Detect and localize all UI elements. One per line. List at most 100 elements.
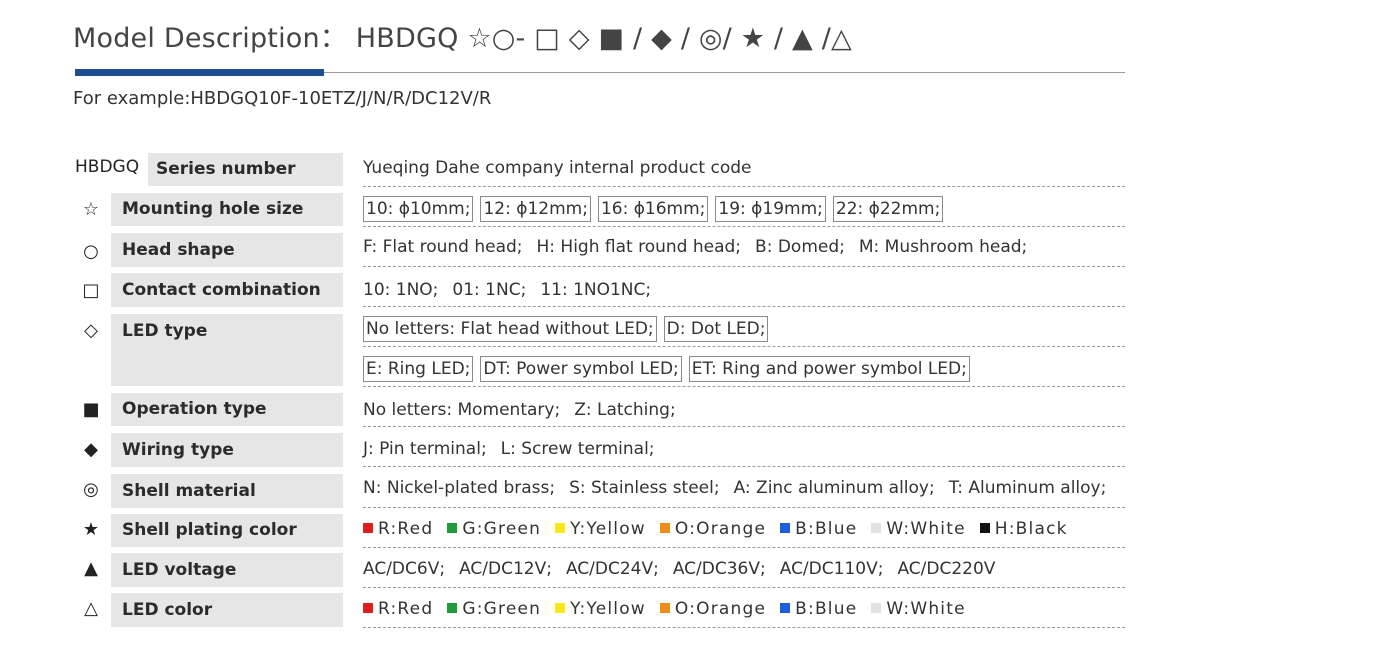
label-operation-type: Operation type xyxy=(111,393,343,426)
color-label: H:Black xyxy=(994,519,1068,539)
value-operation-type: No letters: Momentary; Z: Latching; xyxy=(363,400,1125,420)
black-square-icon: ■ xyxy=(82,399,100,420)
page-title: Model Description： HBDGQ ☆○- □ ◇ ■ / ◆ /… xyxy=(73,23,853,54)
row-divider xyxy=(363,587,1125,588)
option-box: ET: Ring and power symbol LED; xyxy=(688,356,970,382)
value-led-type-line2: E: Ring LED; DT: Power symbol LED; ET: Rin… xyxy=(363,356,1125,382)
option-box: 12: ϕ12mm; xyxy=(480,196,591,222)
color-swatch-white xyxy=(871,523,882,533)
color-option: B:Blue xyxy=(780,519,857,539)
option-text: AC/DC110V; xyxy=(779,559,884,579)
option-text: M: Mushroom head; xyxy=(858,237,1028,257)
color-swatch-blue xyxy=(780,603,791,613)
color-option: R:Red xyxy=(363,599,433,619)
color-swatch-yellow xyxy=(555,603,566,613)
black-triangle-icon: ▲ xyxy=(84,558,98,579)
color-label: B:Blue xyxy=(795,519,858,539)
color-label: O:Orange xyxy=(674,599,767,619)
option-text: J: Pin terminal; xyxy=(363,439,487,459)
white-star-icon: ☆ xyxy=(82,199,100,220)
label-mounting-hole-size: Mounting hole size xyxy=(111,193,343,226)
color-swatch-black xyxy=(979,523,990,533)
option-box: 16: ϕ16mm; xyxy=(597,196,709,222)
color-label: Y:Yellow xyxy=(570,599,646,619)
label-led-color: LED color xyxy=(111,593,343,627)
option-text: F: Flat round head; xyxy=(363,237,523,257)
color-label: B:Blue xyxy=(795,599,858,619)
color-swatch-red xyxy=(363,523,373,533)
option-text: T: Aluminum alloy; xyxy=(948,478,1107,498)
option-text: AC/DC220V xyxy=(897,559,996,579)
white-circle-icon: ○ xyxy=(83,241,99,262)
option-text: AC/DC12V; xyxy=(459,559,552,579)
label-wiring-type: Wiring type xyxy=(111,433,343,467)
color-label: W:White xyxy=(886,599,966,619)
label-series-number: Series number xyxy=(148,153,343,186)
row-divider xyxy=(363,346,1125,347)
color-swatch-green xyxy=(447,603,458,613)
color-label: R:Red xyxy=(378,599,434,619)
option-box: 10: ϕ10mm; xyxy=(363,196,474,222)
option-box: D: Dot LED; xyxy=(663,316,769,342)
color-swatch-orange xyxy=(659,603,670,613)
color-option: H:Black xyxy=(979,519,1068,539)
color-option: Y:Yellow xyxy=(555,519,646,539)
value-contact-combination: 10: 1NO; 01: 1NC; 11: 1NO1NC; xyxy=(363,280,1125,300)
option-text: Z: Latching; xyxy=(574,400,676,420)
row-divider xyxy=(363,386,1125,387)
option-text: AC/DC36V; xyxy=(672,559,766,579)
option-text: 01: 1NC; xyxy=(452,280,527,300)
black-star-icon: ★ xyxy=(82,519,100,540)
color-label: G:Green xyxy=(462,519,542,539)
option-text: AC/DC24V; xyxy=(565,559,659,579)
value-shell-plating-color: R:Red G:Green Y:Yellow O:Orange B:Blue W:Whit… xyxy=(363,519,1125,539)
title-accent-bar xyxy=(75,69,324,76)
row-divider xyxy=(363,226,1125,227)
white-triangle-icon: △ xyxy=(84,598,98,619)
option-text: N: Nickel-plated brass; xyxy=(363,478,556,498)
option-text: No letters: Momentary; xyxy=(363,400,561,420)
value-series-number: Yueqing Dahe company internal product co… xyxy=(363,158,752,178)
color-swatch-yellow xyxy=(555,523,566,533)
value-led-voltage: AC/DC6V; AC/DC12V; AC/DC24V; AC/DC36V; AC/DC… xyxy=(363,559,1125,579)
black-diamond-icon: ◆ xyxy=(84,439,98,460)
color-option: Y:Yellow xyxy=(555,599,646,619)
label-led-type: LED type xyxy=(111,314,343,386)
option-box: DT: Power symbol LED; xyxy=(480,356,682,382)
option-text: L: Screw terminal; xyxy=(500,439,655,459)
color-label: O:Orange xyxy=(674,519,767,539)
series-code: HBDGQ xyxy=(75,157,140,177)
color-swatch-orange xyxy=(659,523,670,533)
row-divider xyxy=(363,426,1125,427)
color-label: W:White xyxy=(886,519,966,539)
color-option: O:Orange xyxy=(659,519,767,539)
color-label: Y:Yellow xyxy=(570,519,646,539)
row-divider xyxy=(363,627,1125,628)
row-divider xyxy=(363,306,1125,307)
value-mounting-hole-size: 10: ϕ10mm; 12: ϕ12mm; 16: ϕ16mm; 19: ϕ19mm;… xyxy=(363,196,1125,222)
color-option: G:Green xyxy=(447,599,541,619)
option-text: 11: 1NO1NC; xyxy=(540,280,652,300)
value-led-color: R:Red G:Green Y:Yellow O:Orange B:Blue W:Whit… xyxy=(363,599,1125,619)
value-wiring-type: J: Pin terminal; L: Screw terminal; xyxy=(363,439,1125,459)
color-label: R:Red xyxy=(378,519,434,539)
option-text: B: Domed; xyxy=(755,237,845,257)
option-text: AC/DC6V; xyxy=(363,559,446,579)
color-swatch-red xyxy=(363,603,373,613)
option-box: 19: ϕ19mm; xyxy=(715,196,826,222)
label-shell-material: Shell material xyxy=(111,474,343,508)
color-option: B:Blue xyxy=(780,599,857,619)
option-text: H: High flat round head; xyxy=(536,237,742,257)
label-shell-plating-color: Shell plating color xyxy=(111,514,343,547)
label-head-shape: Head shape xyxy=(111,233,343,267)
color-swatch-green xyxy=(447,523,458,533)
option-box: No letters: Flat head without LED; xyxy=(363,316,657,342)
row-divider xyxy=(363,466,1125,467)
color-swatch-white xyxy=(871,603,882,613)
white-square-icon: □ xyxy=(82,280,100,301)
color-swatch-blue xyxy=(780,523,791,533)
color-option: G:Green xyxy=(447,519,541,539)
value-shell-material: N: Nickel-plated brass; S: Stainless stee… xyxy=(363,478,1125,498)
label-led-voltage: LED voltage xyxy=(111,553,343,587)
option-text: 10: 1NO; xyxy=(363,280,439,300)
